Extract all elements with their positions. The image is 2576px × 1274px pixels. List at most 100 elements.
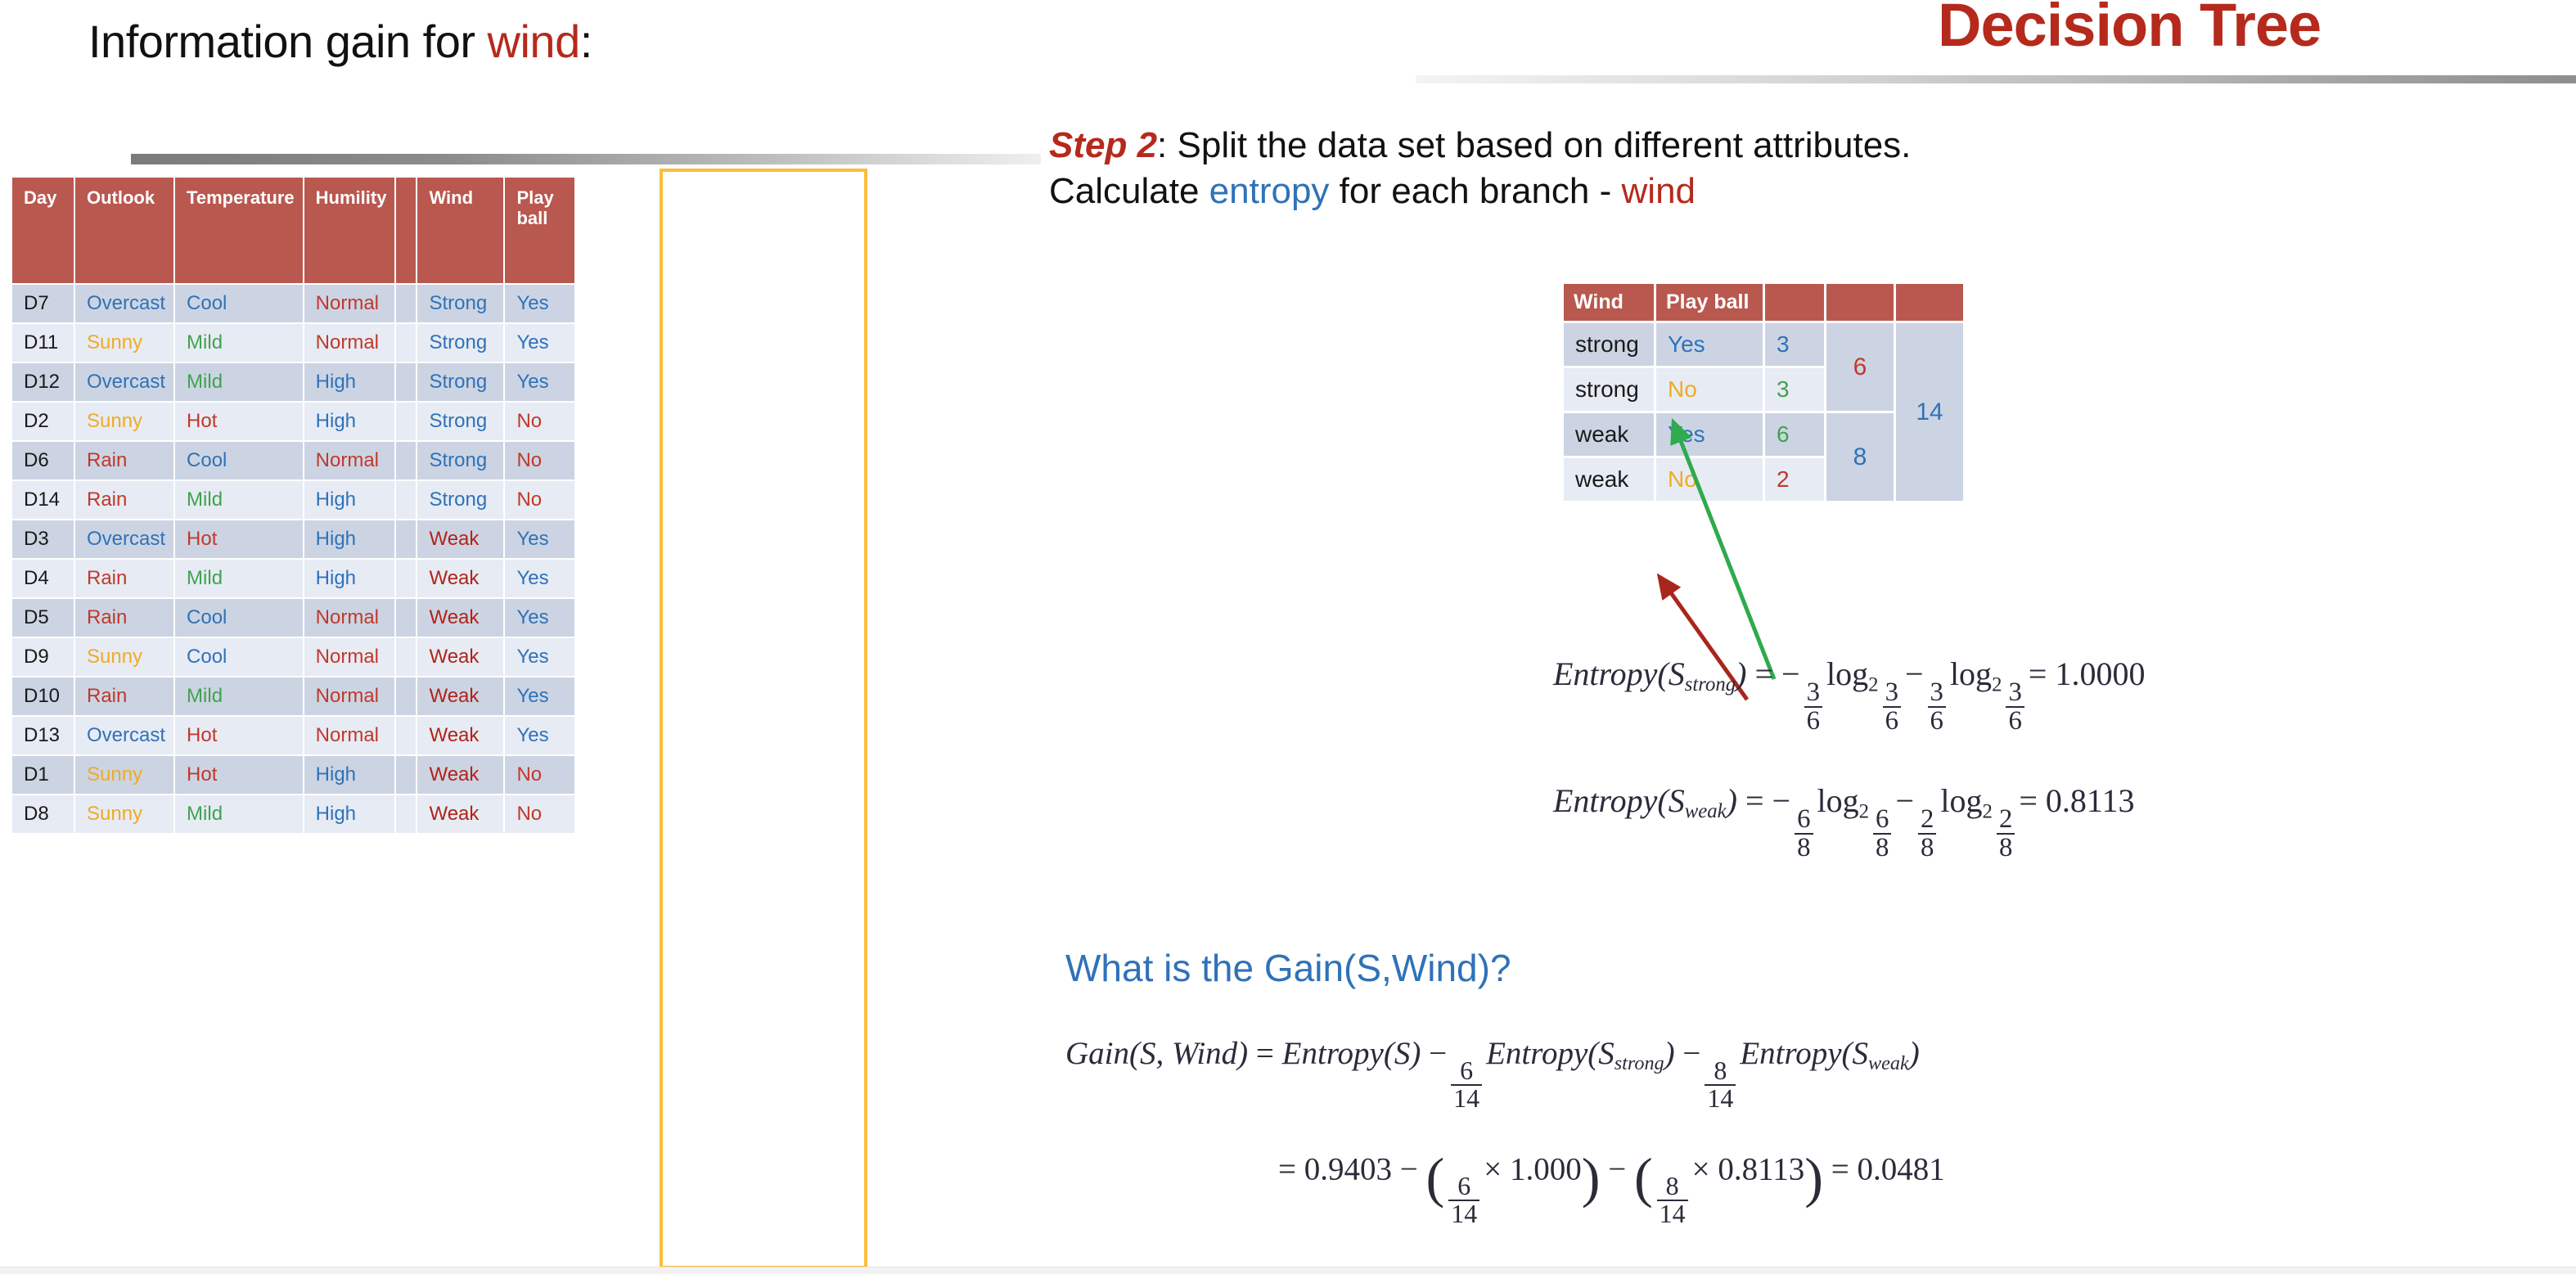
summary-header-row: Wind Play ball bbox=[1564, 284, 1963, 321]
cell-temperature: Mild bbox=[175, 324, 303, 362]
cell-spacer bbox=[396, 795, 417, 833]
cell-outlook: Rain bbox=[75, 481, 174, 519]
table-row[interactable]: D14 Rain Mild High Strong No bbox=[12, 481, 575, 519]
eq-strong-d4: 6 bbox=[2006, 705, 2024, 735]
cell-day: D14 bbox=[12, 481, 74, 519]
col-header-day[interactable]: Day bbox=[12, 178, 74, 283]
eq-final-entropy-s: 0.9403 bbox=[1304, 1151, 1392, 1187]
cell-wind: Strong bbox=[417, 363, 504, 401]
cell-day: D13 bbox=[12, 717, 74, 754]
table-row[interactable]: D1 Sunny Hot High Weak No bbox=[12, 756, 575, 794]
summary-cell-count: 3 bbox=[1765, 368, 1824, 411]
cell-temperature: Mild bbox=[175, 481, 303, 519]
cell-play-ball: Yes bbox=[505, 599, 575, 637]
summary-col-header-subtotal bbox=[1826, 284, 1894, 321]
summary-cell-count: 6 bbox=[1765, 413, 1824, 456]
summary-col-header-wind[interactable]: Wind bbox=[1564, 284, 1654, 321]
summary-row[interactable]: strong Yes 3 6 14 bbox=[1564, 323, 1963, 501]
equation-gain-final: = 0.9403 − (6 14 × 1.000) − (8 14 × 0.8113) … bbox=[1278, 1146, 1945, 1229]
eq-weak-d4: 8 bbox=[1996, 832, 2015, 862]
eq-strong-d2: 6 bbox=[1882, 705, 1901, 735]
table-row[interactable]: D2 Sunny Hot High Strong No bbox=[12, 403, 575, 440]
cell-play-ball: Yes bbox=[505, 520, 575, 558]
cell-spacer bbox=[396, 756, 417, 794]
summary-col-header-play-ball[interactable]: Play ball bbox=[1656, 284, 1763, 321]
cell-temperature: Cool bbox=[175, 599, 303, 637]
summary-cell-wind: weak bbox=[1564, 458, 1654, 501]
eq-strong-sub: strong bbox=[1684, 673, 1736, 696]
cell-wind: Weak bbox=[417, 599, 504, 637]
table-row[interactable]: D10 Rain Mild Normal Weak Yes bbox=[12, 678, 575, 715]
cell-wind: Strong bbox=[417, 324, 504, 362]
table-row[interactable]: D8 Sunny Mild High Weak No bbox=[12, 795, 575, 833]
cell-play-ball: Yes bbox=[505, 324, 575, 362]
cell-temperature: Mild bbox=[175, 678, 303, 715]
cell-play-ball: Yes bbox=[505, 560, 575, 597]
summary-subtotal-weak: 8 bbox=[1826, 413, 1894, 501]
step-description: Step 2: Split the data set based on diff… bbox=[1049, 123, 2571, 215]
step-line-2-b: for each branch - bbox=[1329, 171, 1622, 212]
cell-temperature: Hot bbox=[175, 403, 303, 440]
equation-gain: Gain(S, Wind) = Entropy(S) −6 14 Entropy(S… bbox=[1065, 1036, 1920, 1113]
eq-gain-e2: Entropy(S bbox=[1740, 1036, 1869, 1071]
cell-play-ball: No bbox=[505, 442, 575, 479]
eq-final-wd: 14 bbox=[1656, 1200, 1688, 1227]
eq-final-sd: 14 bbox=[1448, 1200, 1480, 1227]
cell-humility: Normal bbox=[304, 285, 395, 322]
page-title-suffix: : bbox=[579, 16, 593, 67]
table-row[interactable]: D7 Overcast Cool Normal Strong Yes bbox=[12, 285, 575, 322]
col-header-wind[interactable]: Wind bbox=[417, 178, 504, 283]
step-line-2-a: Calculate bbox=[1049, 171, 1209, 212]
summary-cell-count: 3 bbox=[1765, 323, 1824, 366]
col-header-outlook[interactable]: Outlook bbox=[75, 178, 174, 283]
cell-wind: Weak bbox=[417, 678, 504, 715]
cell-humility: Normal bbox=[304, 599, 395, 637]
cell-day: D1 bbox=[12, 756, 74, 794]
cell-humility: Normal bbox=[304, 638, 395, 676]
cell-temperature: Cool bbox=[175, 285, 303, 322]
table-row[interactable]: D4 Rain Mild High Weak Yes bbox=[12, 560, 575, 597]
cell-temperature: Mild bbox=[175, 560, 303, 597]
weather-table-body: D7 Overcast Cool Normal Strong Yes D11 Sunny Mil… bbox=[12, 285, 575, 833]
cell-day: D10 bbox=[12, 678, 74, 715]
table-row[interactable]: D5 Rain Cool Normal Weak Yes bbox=[12, 599, 575, 637]
cell-wind: Strong bbox=[417, 403, 504, 440]
eq-gain-entropy-s: Entropy(S) bbox=[1281, 1036, 1421, 1071]
col-header-humility[interactable]: Humility bbox=[304, 178, 395, 283]
cell-outlook: Sunny bbox=[75, 756, 174, 794]
cell-outlook: Overcast bbox=[75, 363, 174, 401]
table-row[interactable]: D11 Sunny Mild Normal Strong Yes bbox=[12, 324, 575, 362]
cell-wind: Weak bbox=[417, 756, 504, 794]
table-row[interactable]: D9 Sunny Cool Normal Weak Yes bbox=[12, 638, 575, 676]
eq-gain-e1-sub: strong bbox=[1614, 1051, 1664, 1074]
cell-wind: Strong bbox=[417, 285, 504, 322]
summary-cell-wind: strong bbox=[1564, 323, 1654, 366]
table-row[interactable]: D6 Rain Cool Normal Strong No bbox=[12, 442, 575, 479]
table-row[interactable]: D3 Overcast Hot High Weak Yes bbox=[12, 520, 575, 558]
cell-humility: Normal bbox=[304, 324, 395, 362]
col-header-temperature[interactable]: Temperature bbox=[175, 178, 303, 283]
title-rule-bar bbox=[131, 154, 1041, 164]
eq-strong-n2: 3 bbox=[1885, 678, 1898, 708]
col-header-spacer bbox=[396, 178, 417, 283]
cell-play-ball: No bbox=[505, 795, 575, 833]
cell-humility: High bbox=[304, 481, 395, 519]
table-row[interactable]: D12 Overcast Mild High Strong Yes bbox=[12, 363, 575, 401]
eq-weak-lhs: Entropy(S bbox=[1553, 782, 1685, 819]
col-header-play-ball[interactable]: Play ball bbox=[505, 178, 575, 283]
eq-final-result: 0.0481 bbox=[1857, 1151, 1945, 1187]
cell-humility: High bbox=[304, 520, 395, 558]
eq-strong-n4: 3 bbox=[2008, 678, 2022, 708]
cell-day: D7 bbox=[12, 285, 74, 322]
cell-outlook: Overcast bbox=[75, 717, 174, 754]
cell-day: D4 bbox=[12, 560, 74, 597]
eq-strong-lhs: Entropy(S bbox=[1553, 655, 1685, 692]
cell-humility: High bbox=[304, 756, 395, 794]
table-row[interactable]: D13 Overcast Hot Normal Weak Yes bbox=[12, 717, 575, 754]
cell-wind: Strong bbox=[417, 481, 504, 519]
cell-spacer bbox=[396, 520, 417, 558]
eq-strong-d1: 6 bbox=[1804, 705, 1823, 735]
summary-cell-wind: strong bbox=[1564, 368, 1654, 411]
cell-wind: Weak bbox=[417, 795, 504, 833]
cell-temperature: Mild bbox=[175, 795, 303, 833]
